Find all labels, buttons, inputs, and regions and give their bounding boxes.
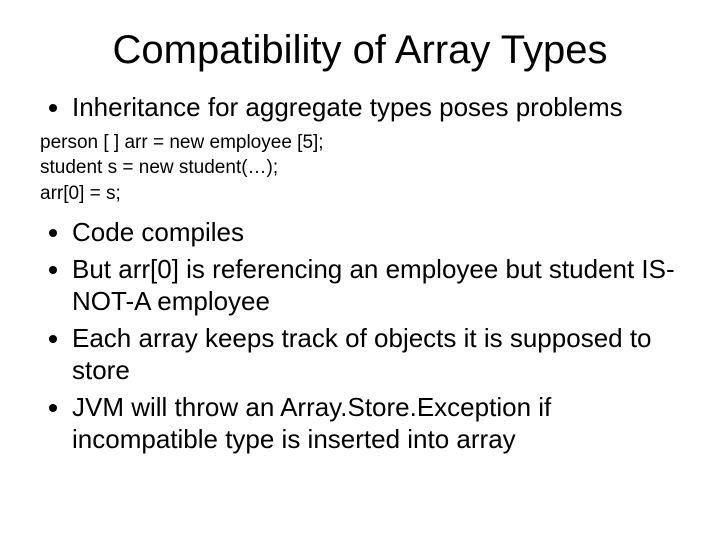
code-line: student s = new student(…); <box>40 155 680 181</box>
bullet-item: Code compiles <box>72 216 680 249</box>
bullet-list-top: Inheritance for aggregate types poses pr… <box>40 91 680 124</box>
code-line: person [ ] arr = new employee [5]; <box>40 130 680 156</box>
bullet-list-bottom: Code compiles But arr[0] is referencing … <box>40 216 680 456</box>
bullet-item: Each array keeps track of objects it is … <box>72 322 680 387</box>
bullet-item: JVM will throw an Array.Store.Exception … <box>72 391 680 456</box>
code-line: arr[0] = s; <box>40 181 680 207</box>
bullet-item: But arr[0] is referencing an employee bu… <box>72 253 680 318</box>
code-block: person [ ] arr = new employee [5]; stude… <box>40 130 680 207</box>
slide: Compatibility of Array Types Inheritance… <box>0 0 720 540</box>
bullet-item: Inheritance for aggregate types poses pr… <box>72 91 680 124</box>
slide-title: Compatibility of Array Types <box>40 28 680 73</box>
